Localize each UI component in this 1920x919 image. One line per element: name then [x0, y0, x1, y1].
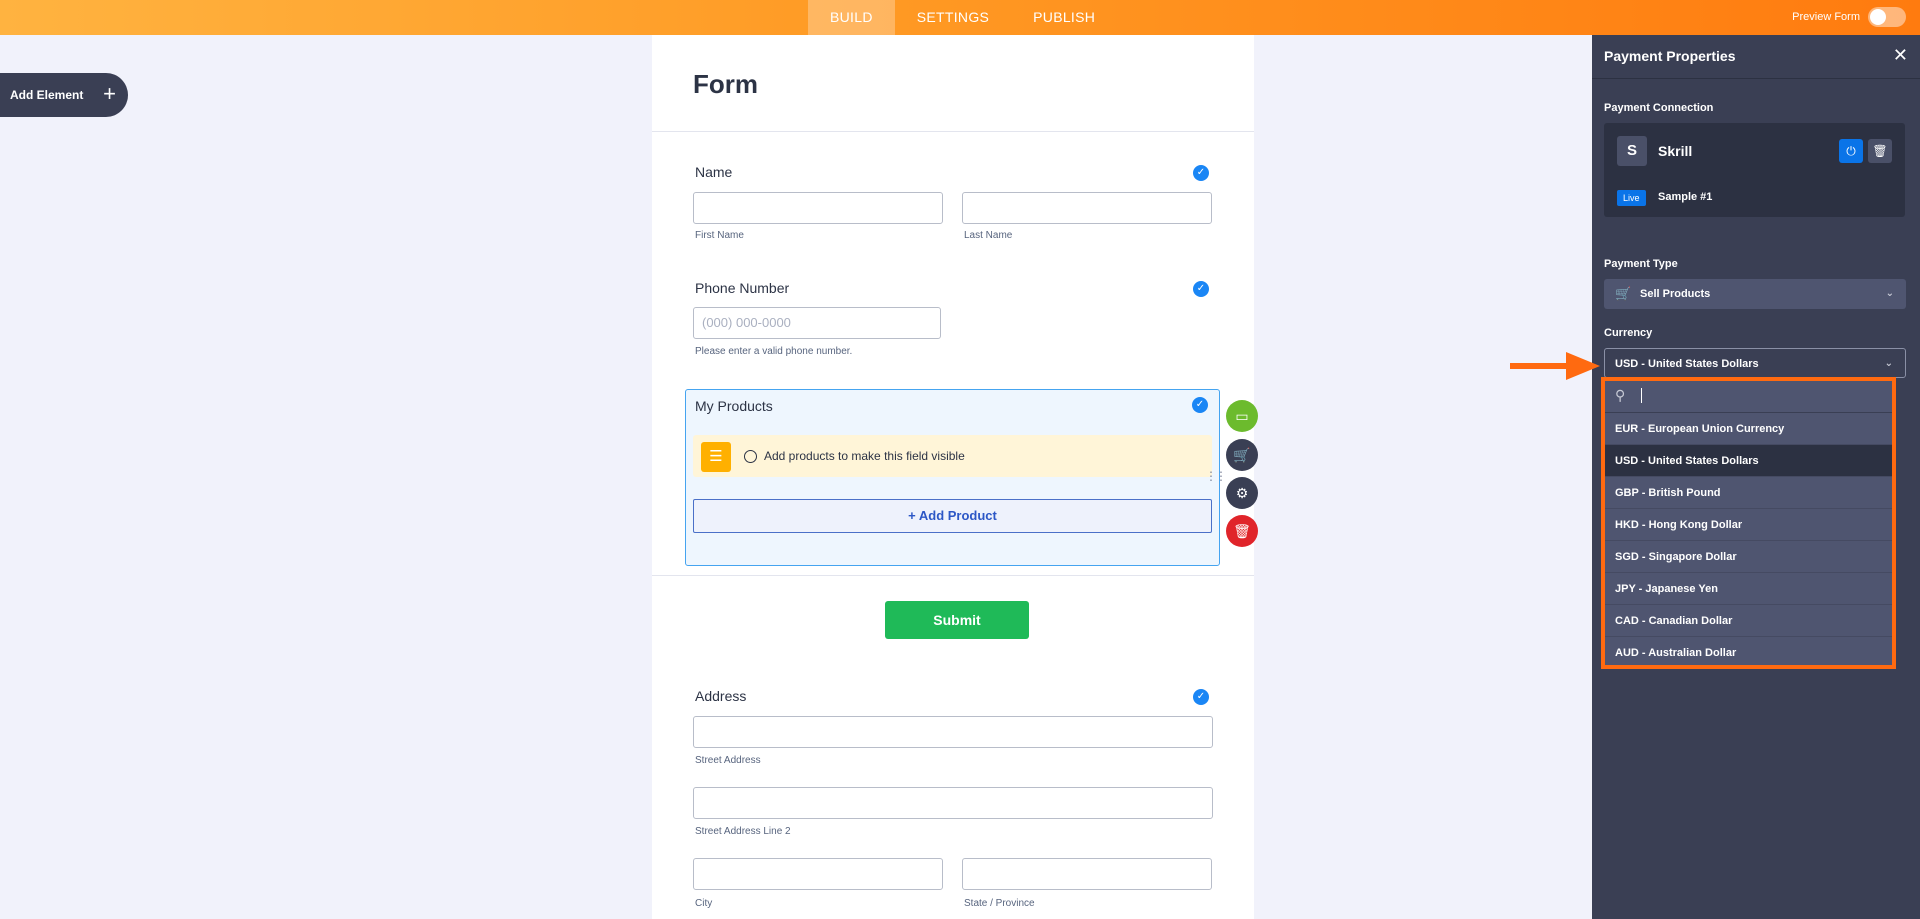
preview-form-label: Preview Form: [1792, 11, 1860, 23]
divider: [652, 131, 1254, 132]
panel-header: Payment Properties ✕: [1592, 35, 1920, 79]
products-notice-text: Add products to make this field visible: [764, 449, 965, 463]
state-sublabel: State / Province: [964, 898, 1035, 909]
currency-label: Currency: [1604, 327, 1653, 339]
check-icon: ✓: [1192, 397, 1208, 413]
currency-value: USD - United States Dollars: [1615, 358, 1759, 370]
currency-option-sgd[interactable]: SGD - Singapore Dollar: [1605, 541, 1895, 573]
first-name-sublabel: First Name: [695, 230, 744, 241]
currency-option-usd[interactable]: USD - United States Dollars: [1605, 445, 1895, 477]
toggle-knob: [1870, 9, 1886, 25]
preview-toggle[interactable]: [1868, 7, 1906, 27]
arrow-annotation-icon: [1510, 352, 1600, 380]
currency-dropdown: ⚲ EUR - European Union Currency USD - Un…: [1605, 379, 1895, 667]
street-address-input[interactable]: [693, 716, 1213, 748]
currency-select[interactable]: USD - United States Dollars ⌄: [1604, 348, 1906, 378]
cart-icon[interactable]: 🛒: [1226, 439, 1258, 471]
preview-form: Preview Form: [1792, 7, 1906, 27]
trash-icon[interactable]: 🗑: [1226, 515, 1258, 547]
search-icon: ⚲: [1615, 387, 1626, 403]
add-element-button[interactable]: Add Element +: [0, 73, 128, 117]
street-address-2-sublabel: Street Address Line 2: [695, 826, 791, 837]
my-products-field[interactable]: My Products ✓ ☰ Add products to make thi…: [685, 389, 1227, 566]
close-icon[interactable]: ✕: [1893, 45, 1908, 66]
top-bar: BUILD SETTINGS PUBLISH Preview Form: [0, 0, 1920, 35]
payment-type-value: Sell Products: [1640, 288, 1711, 300]
state-input[interactable]: [962, 858, 1212, 890]
add-element-label: Add Element: [10, 88, 84, 102]
gateway-name: Skrill: [1658, 143, 1693, 159]
form-title[interactable]: Form: [693, 69, 758, 100]
list-icon: ☰: [701, 442, 731, 472]
payment-connection-label: Payment Connection: [1604, 102, 1714, 114]
tab-publish[interactable]: PUBLISH: [1011, 0, 1117, 35]
chevron-down-icon: ⌄: [1885, 288, 1894, 299]
phone-hint: Please enter a valid phone number.: [695, 346, 853, 357]
check-icon: ✓: [1193, 689, 1209, 705]
add-product-button[interactable]: + Add Product: [693, 499, 1212, 533]
check-icon: ✓: [1193, 165, 1209, 181]
payment-type-label: Payment Type: [1604, 258, 1678, 270]
drag-handle-icon[interactable]: ⋮⋮: [1205, 469, 1227, 483]
street-address-sublabel: Street Address: [695, 755, 761, 766]
panel-title: Payment Properties: [1604, 48, 1736, 64]
text-cursor: [1641, 388, 1642, 403]
phone-input[interactable]: (000) 000-0000: [693, 307, 941, 339]
currency-search-input[interactable]: ⚲: [1605, 379, 1895, 413]
currency-option-jpy[interactable]: JPY - Japanese Yen: [1605, 573, 1895, 605]
skrill-logo: S: [1617, 136, 1647, 166]
last-name-sublabel: Last Name: [964, 230, 1013, 241]
cart-icon: 🛒: [1615, 286, 1632, 301]
payment-connection-card: S Skrill ⏻ 🗑 Live Sample #1: [1604, 123, 1905, 217]
tab-settings[interactable]: SETTINGS: [895, 0, 1011, 35]
address-label[interactable]: Address: [695, 688, 746, 704]
products-notice: ☰ Add products to make this field visibl…: [693, 435, 1212, 477]
city-input[interactable]: [693, 858, 943, 890]
my-products-label[interactable]: My Products: [695, 398, 773, 414]
first-name-input[interactable]: [693, 192, 943, 224]
currency-option-eur[interactable]: EUR - European Union Currency: [1605, 413, 1895, 445]
last-name-input[interactable]: [962, 192, 1212, 224]
gear-icon[interactable]: ⚙: [1226, 477, 1258, 509]
check-icon: ✓: [1193, 281, 1209, 297]
divider: [652, 575, 1254, 576]
name-label[interactable]: Name: [695, 164, 732, 180]
currency-option-hkd[interactable]: HKD - Hong Kong Dollar: [1605, 509, 1895, 541]
tab-build[interactable]: BUILD: [808, 0, 895, 35]
currency-option-gbp[interactable]: GBP - British Pound: [1605, 477, 1895, 509]
plus-icon: +: [103, 81, 116, 106]
currency-option-cad[interactable]: CAD - Canadian Dollar: [1605, 605, 1895, 637]
currency-option-aud[interactable]: AUD - Australian Dollar: [1605, 637, 1895, 667]
main-tabs: BUILD SETTINGS PUBLISH: [808, 0, 1117, 35]
chevron-down-icon: ⌄: [1884, 358, 1893, 369]
radio-icon: [744, 450, 757, 463]
city-sublabel: City: [695, 898, 713, 909]
trash-icon[interactable]: 🗑: [1868, 139, 1892, 163]
street-address-2-input[interactable]: [693, 787, 1213, 819]
plug-icon[interactable]: ⏻: [1839, 139, 1863, 163]
phone-label[interactable]: Phone Number: [695, 280, 789, 296]
account-name: Sample #1: [1658, 191, 1713, 203]
live-badge: Live: [1617, 190, 1646, 206]
payment-type-select[interactable]: 🛒 Sell Products ⌄: [1604, 279, 1906, 309]
payment-card-icon[interactable]: ▭: [1226, 400, 1258, 432]
submit-button[interactable]: Submit: [885, 601, 1029, 639]
